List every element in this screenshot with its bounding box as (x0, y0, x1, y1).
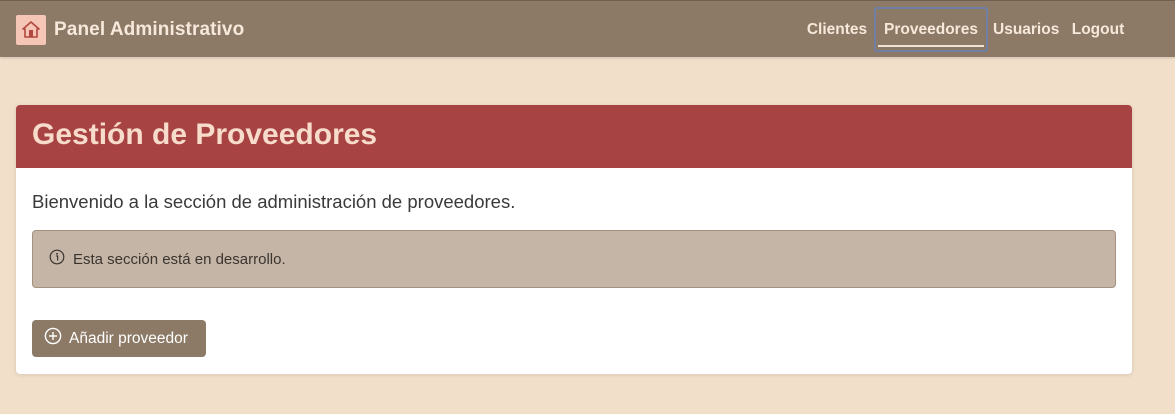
plus-circle-icon (44, 327, 62, 350)
alert-text: Esta sección está en desarrollo. (73, 250, 286, 268)
development-alert: Esta sección está en desarrollo. (32, 230, 1116, 288)
intro-text: Bienvenido a la sección de administració… (32, 191, 516, 212)
info-circle-icon (49, 249, 65, 270)
nav-link-logout[interactable]: Logout (1069, 7, 1127, 52)
page-title: Gestión de Proveedores (32, 118, 378, 151)
brand-title: Panel Administrativo (54, 19, 245, 40)
brand-link[interactable]: Panel Administrativo (16, 15, 244, 45)
add-provider-button[interactable]: Añadir proveedor (32, 320, 206, 357)
nav-link-proveedores-label: Proveedores (884, 21, 978, 38)
top-navbar: Panel Administrativo Clientes Proveedore… (0, 0, 1175, 57)
card-header: Gestión de Proveedores (16, 105, 1132, 168)
active-underline (878, 45, 984, 47)
providers-card: Gestión de Proveedores Bienvenido a la s… (16, 105, 1132, 374)
nav-link-proveedores[interactable]: Proveedores (874, 7, 988, 52)
nav-link-clientes[interactable]: Clientes (805, 7, 869, 52)
house-icon (16, 15, 46, 45)
nav-link-usuarios[interactable]: Usuarios (993, 7, 1059, 52)
add-provider-label: Añadir proveedor (69, 329, 188, 347)
